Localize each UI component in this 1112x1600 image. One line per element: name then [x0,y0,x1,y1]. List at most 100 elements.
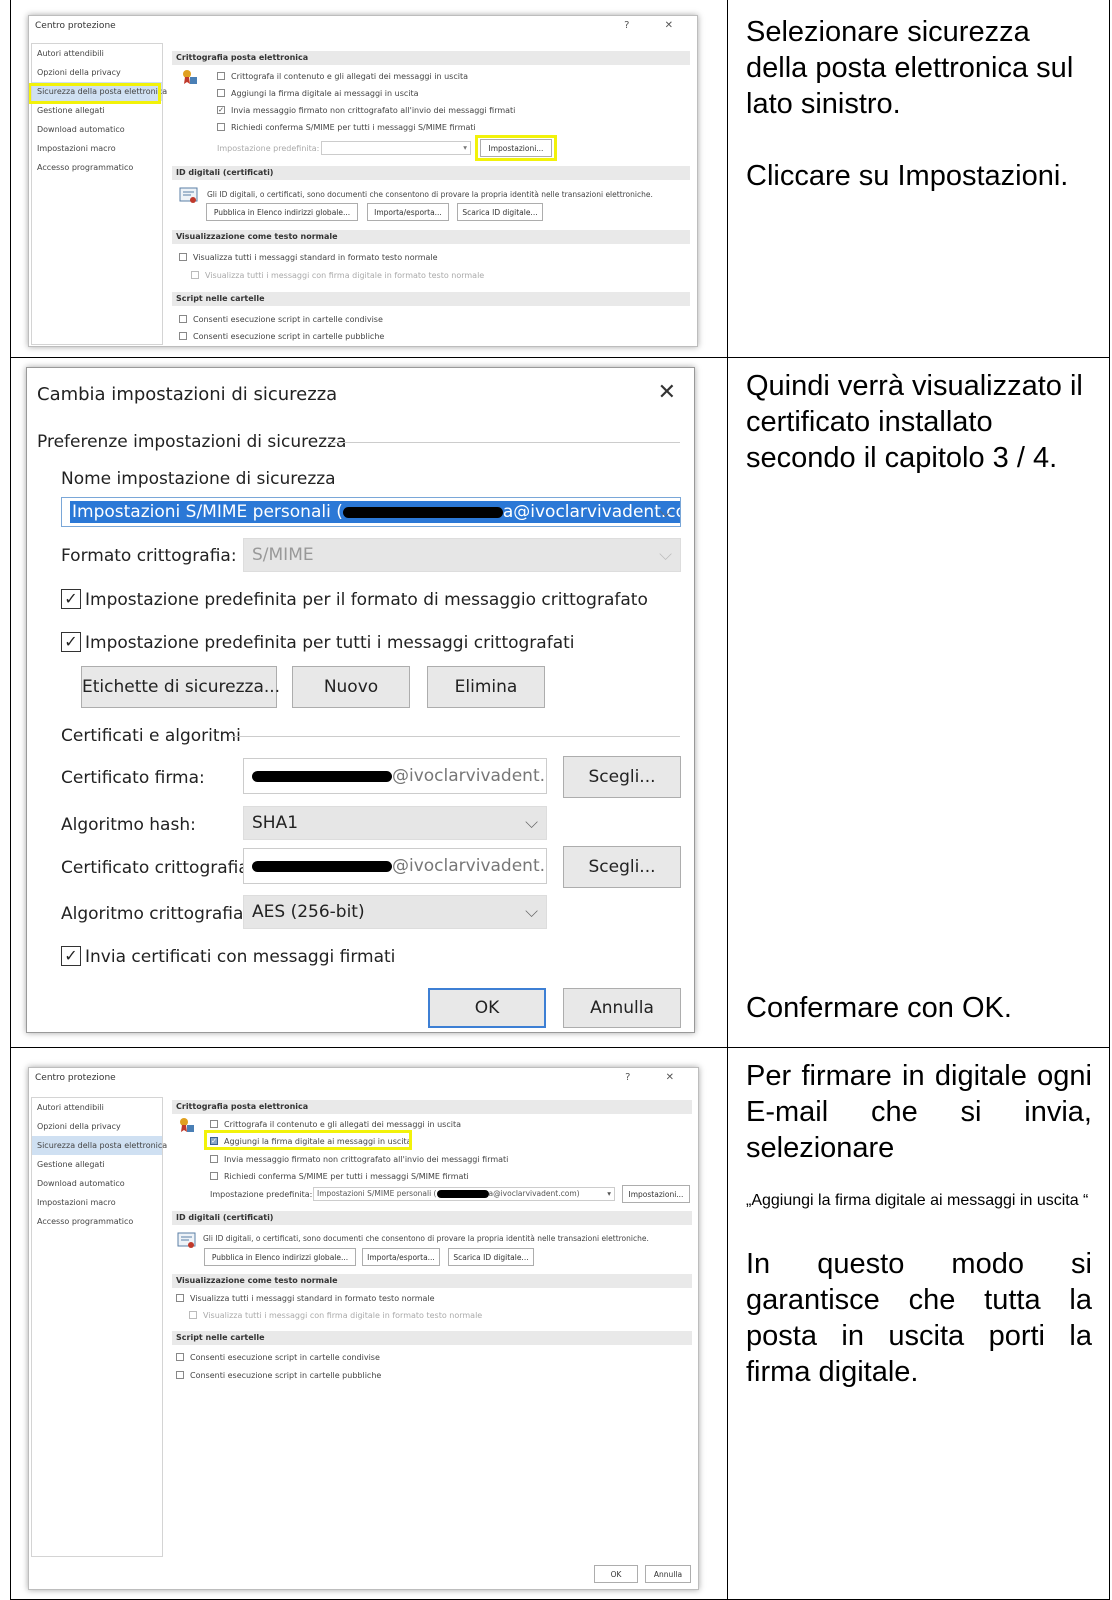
checkbox-script-shared[interactable] [176,1352,184,1361]
nav-automatic-download[interactable]: Download automatico [32,120,162,139]
delete-button[interactable]: Elimina [427,666,545,708]
script-public-row: Consenti esecuzione script in cartelle p… [176,1370,381,1381]
section-folder-scripts: Script nelle cartelle [172,1331,692,1345]
script-public-row: Consenti esecuzione script in cartelle p… [179,331,384,342]
nav-privacy-options[interactable]: Opzioni della privacy [32,63,162,82]
plain-signed-row: Visualizza tutti i messaggi con firma di… [189,1310,482,1321]
encryption-format-select[interactable]: S/MIME ⌵ [243,538,681,572]
option-cleartext-label: Invia messaggio firmato non crittografat… [224,1155,509,1164]
option-receipt-row: Richiedi conferma S/MIME per tutti i mes… [217,122,476,133]
checkbox-script-public[interactable] [179,331,187,340]
checkbox-script-public[interactable] [176,1370,184,1379]
nav-privacy-options[interactable]: Opzioni della privacy [32,1117,162,1136]
checkbox-encrypt[interactable] [210,1119,218,1128]
nav-automatic-download[interactable]: Download automatico [32,1174,162,1193]
encryption-cert-value: @ivoclarvivadent.com [392,856,546,876]
option-encrypt-row: Crittografa il contenuto e gli allegati … [210,1119,461,1130]
choose-encryption-cert-button[interactable]: Scegli... [563,846,681,888]
signing-cert-value: @ivoclarvivadent.com [392,766,546,786]
nav-programmatic-access[interactable]: Accesso programmatico [32,158,162,177]
group-divider-1 [327,442,680,443]
publish-gal-button[interactable]: Pubblica in Elenco indirizzi globale... [206,203,358,221]
chevron-down-icon: ▾ [607,1189,611,1198]
checkbox-plain-signed[interactable] [191,270,199,279]
chevron-down-icon: ⌵ [659,545,672,565]
import-export-button[interactable]: Importa/esporta... [362,1248,440,1266]
checkbox-send-certs[interactable]: ✓ [61,946,81,966]
checkbox-receipt[interactable] [210,1171,218,1180]
section-digital-ids: ID digitali (certificati) [172,1211,692,1225]
nav-email-security[interactable]: Sicurezza della posta elettronica [32,1136,167,1155]
step-1-text-a: Selezionare sicurezza della posta elettr… [746,16,1074,120]
security-setting-name-value: Impostazioni S/MIME personali ( a@ivoclar… [70,501,680,523]
checkbox-default-format[interactable]: ✓ [61,589,81,609]
nav-macro-settings[interactable]: Impostazioni macro [32,1193,162,1212]
option-encrypt-label: Crittografa il contenuto e gli allegati … [224,1120,461,1129]
option-receipt-row: Richiedi conferma S/MIME per tutti i mes… [210,1171,469,1182]
close-icon[interactable]: ✕ [658,380,676,405]
checkbox-plain-all[interactable] [176,1293,184,1302]
choose-signing-cert-button[interactable]: Scegli... [563,756,681,798]
default-setting-select[interactable]: ▾ [321,141,471,155]
section-plain-text: Visualizzazione come testo normale [172,230,690,244]
option-cleartext-row: Invia messaggio firmato non crittografat… [210,1154,508,1165]
checkbox-receipt[interactable] [217,122,225,131]
hash-algorithm-select[interactable]: SHA1 ⌵ [243,806,547,840]
redaction-bar [252,860,392,872]
nav-macro-settings[interactable]: Impostazioni macro [32,139,162,158]
window-controls[interactable]: ? ✕ [625,1072,690,1083]
chevron-down-icon: ⌵ [525,902,538,922]
nav-programmatic-access[interactable]: Accesso programmatico [32,1212,162,1231]
encryption-algorithm-select[interactable]: AES (256-bit) ⌵ [243,895,547,929]
security-labels-button[interactable]: Etichette di sicurezza... [81,666,280,708]
ok-button[interactable]: OK [428,988,546,1028]
checkbox-plain-signed[interactable] [189,1310,197,1319]
security-setting-name-combobox[interactable]: Impostazioni S/MIME personali ( a@ivoclar… [61,497,681,527]
plain-all-label: Visualizza tutti i messaggi standard in … [193,253,438,262]
settings-button[interactable]: Impostazioni... [622,1185,690,1203]
publish-gal-button[interactable]: Pubblica in Elenco indirizzi globale... [204,1248,356,1266]
option-cleartext-label: Invia messaggio firmato non crittografat… [231,106,516,115]
option-encrypt-label: Crittografa il contenuto e gli allegati … [231,72,468,81]
checkbox-script-shared[interactable] [179,314,187,323]
plain-all-label: Visualizza tutti i messaggi standard in … [190,1294,435,1303]
script-shared-label: Consenti esecuzione script in cartelle c… [193,315,383,324]
nav-trusted-publishers[interactable]: Autori attendibili [32,44,162,63]
encryption-cert-field: @ivoclarvivadent.com [243,848,547,884]
plain-all-row: Visualizza tutti i messaggi standard in … [176,1293,435,1304]
chevron-down-icon: ▾ [463,143,467,152]
default-setting-value-tail: a@ivoclarvivadent.com) [488,1189,580,1198]
trust-center-dialog-1: Centro protezione ? ✕ Autori attendibili… [28,15,698,347]
checkbox-encrypt[interactable] [217,71,225,80]
plain-signed-row: Visualizza tutti i messaggi con firma di… [191,270,484,281]
cancel-button[interactable]: Annulla [645,1565,691,1583]
checkbox-cleartext[interactable] [210,1154,218,1163]
checkbox-default-all[interactable]: ✓ [61,632,81,652]
section-email-encryption: Crittografia posta elettronica [172,1100,692,1114]
window-controls[interactable]: ? ✕ [624,20,689,31]
ok-button[interactable]: OK [594,1565,638,1583]
section-digital-ids: ID digitali (certificati) [172,166,690,180]
import-export-button[interactable]: Importa/esporta... [367,203,449,221]
get-digital-id-button[interactable]: Scarica ID digitale... [457,203,543,221]
table-row-divider-2 [10,1047,1110,1048]
table-border-right [1109,0,1110,1600]
instruction-step-2-confirm: Confermare con OK. [746,992,1012,1024]
encryption-format-label: Formato crittografia: [61,546,237,566]
name-value-head: Impostazioni S/MIME personali ( [72,502,343,522]
default-setting-select[interactable]: Impostazioni S/MIME personali (a@ivoclar… [313,1187,615,1201]
encryption-cert-label: Certificato crittografia: [61,858,255,878]
step-1-text-b: Cliccare su Impostazioni. [746,160,1069,192]
new-button[interactable]: Nuovo [292,666,410,708]
name-value-tail: a@ivoclarvivadent.com) [502,502,680,522]
highlight-sign-option [204,1130,412,1150]
get-digital-id-button[interactable]: Scarica ID digitale... [448,1248,534,1266]
nav-attachment-handling[interactable]: Gestione allegati [32,1155,162,1174]
cancel-button[interactable]: Annulla [563,988,681,1028]
dialog-title: Centro protezione [35,21,116,31]
checkbox-sign[interactable] [217,88,225,97]
checkbox-cleartext[interactable]: ✓ [217,105,225,114]
checkbox-plain-all[interactable] [179,252,187,261]
step-3-text-a: Per firmare in digitale ogni E-mail che … [746,1060,1092,1164]
nav-trusted-publishers[interactable]: Autori attendibili [32,1098,162,1117]
